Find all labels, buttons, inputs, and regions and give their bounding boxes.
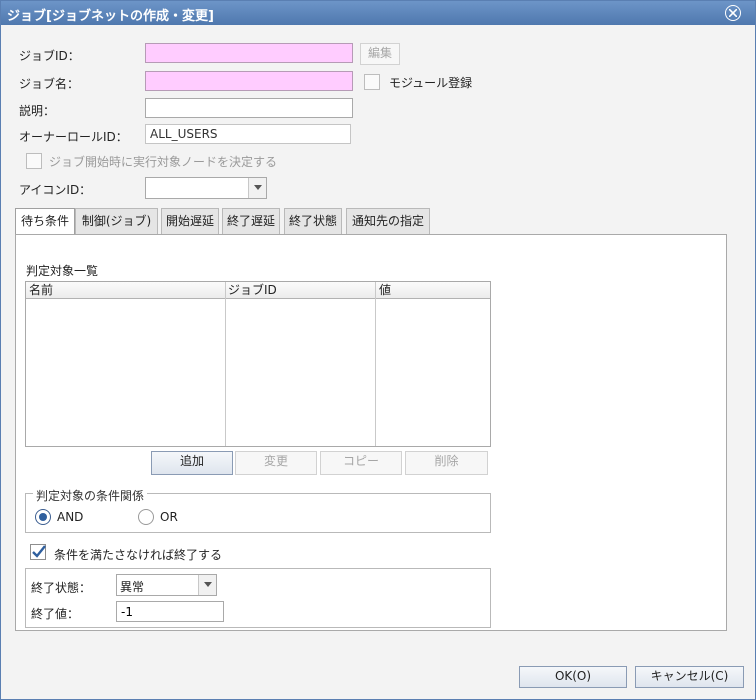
edit-button[interactable]: 編集 [360,43,400,65]
ok-button[interactable]: OK(O) [519,666,627,688]
copy-button[interactable]: コピー [320,451,402,475]
module-register-label: モジュール登録 [389,76,473,90]
end-settings-group [25,568,491,628]
cancel-button[interactable]: キャンセル(C) [635,666,744,688]
description-label: 説明： [19,104,56,118]
delete-button[interactable]: 削除 [405,451,488,475]
job-name-input[interactable] [145,71,353,91]
target-table[interactable]: 名前 ジョブID 値 [25,281,491,447]
end-status-label: 終了状態： [31,581,92,595]
tab-control[interactable]: 制御(ジョブ) [75,208,158,234]
close-icon[interactable] [725,5,741,21]
owner-role-field [145,124,351,144]
icon-id-label: アイコンID： [19,183,92,197]
tab-end-delay[interactable]: 終了遅延 [222,208,280,234]
description-input[interactable] [145,98,353,118]
module-register-checkbox[interactable] [364,74,380,90]
list-title: 判定対象一覧 [26,264,99,278]
column-job-id[interactable]: ジョブID [225,282,277,299]
modify-button[interactable]: 変更 [235,451,317,475]
column-divider [225,282,226,446]
column-value[interactable]: 値 [376,282,391,299]
relation-title: 判定対象の条件関係 [33,487,148,504]
icon-id-select[interactable] [145,177,267,199]
owner-role-label: オーナーロールID： [19,130,128,144]
job-name-label: ジョブ名： [19,77,80,91]
chevron-down-icon[interactable] [248,178,266,198]
column-divider [375,282,376,446]
tab-start-delay[interactable]: 開始遅延 [161,208,219,234]
end-value-label: 終了値： [31,607,80,621]
chevron-down-icon[interactable] [198,575,216,595]
end-status-value: 異常 [120,580,145,594]
table-header: 名前 ジョブID 値 [26,282,490,299]
decide-node-label: ジョブ開始時に実行対象ノードを決定する [49,155,278,169]
decide-node-checkbox [26,153,42,169]
end-value-input[interactable] [116,601,224,622]
or-radio[interactable] [138,509,154,525]
and-radio[interactable] [35,509,51,525]
or-label: OR [160,510,178,524]
and-label: AND [57,510,84,524]
job-id-input[interactable] [145,43,353,63]
end-if-unmet-checkbox[interactable] [30,544,48,562]
tab-panel: 判定対象一覧 名前 ジョブID 値 追加 変更 コピー 削除 判定対象の条件関係… [15,234,727,631]
window-title: ジョブ[ジョブネットの作成・変更] [7,9,214,24]
job-dialog: ジョブ[ジョブネットの作成・変更] ジョブID： 編集 ジョブ名： モジュール登… [0,0,756,700]
end-status-select[interactable]: 異常 [116,574,217,596]
column-name[interactable]: 名前 [26,282,53,299]
tab-notify[interactable]: 通知先の指定 [346,208,430,234]
tab-wait-condition[interactable]: 待ち条件 [15,208,75,235]
tab-end-status[interactable]: 終了状態 [284,208,342,234]
add-button[interactable]: 追加 [151,451,233,475]
title-bar[interactable]: ジョブ[ジョブネットの作成・変更] [1,1,755,25]
end-if-unmet-label: 条件を満たさなければ終了する [54,548,223,562]
job-id-label: ジョブID： [19,49,80,63]
